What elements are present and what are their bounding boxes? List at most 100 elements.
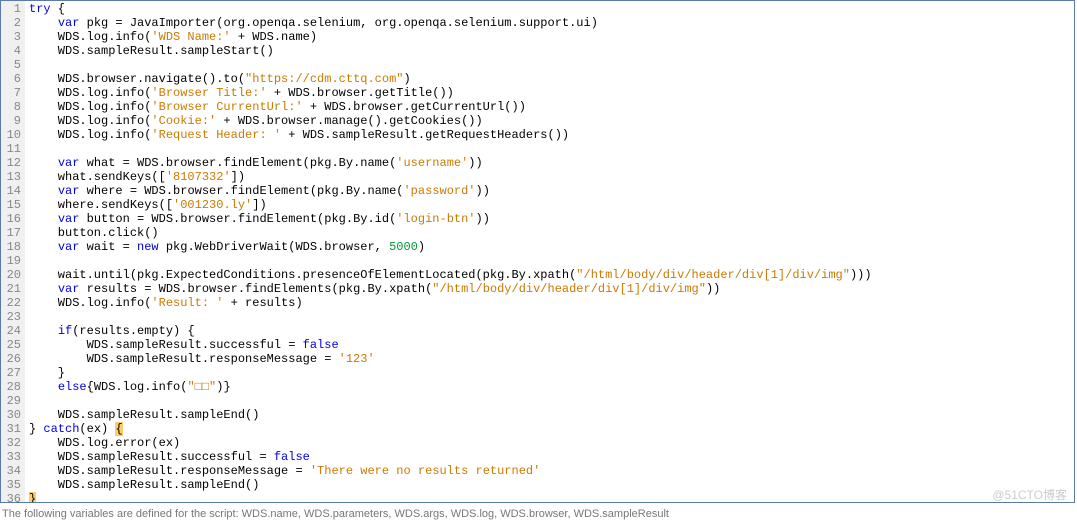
code-line[interactable]: WDS.log.info('Browser Title:' + WDS.brow…	[29, 86, 1074, 100]
token-kw: var	[58, 16, 80, 30]
token-str: 'WDS Name:'	[151, 30, 230, 44]
code-line[interactable]: var what = WDS.browser.findElement(pkg.B…	[29, 156, 1074, 170]
code-line[interactable]: var wait = new pkg.WebDriverWait(WDS.bro…	[29, 240, 1074, 254]
code-line[interactable]: WDS.sampleResult.sampleEnd()	[29, 478, 1074, 492]
code-line[interactable]	[29, 142, 1074, 156]
token-plain: + WDS.browser.manage().getCookies())	[216, 114, 482, 128]
code-line[interactable]	[29, 310, 1074, 324]
code-line[interactable]: }	[29, 366, 1074, 380]
line-number: 30	[3, 408, 21, 422]
code-line[interactable]: }	[29, 492, 1074, 502]
line-number: 16	[3, 212, 21, 226]
line-number: 32	[3, 436, 21, 450]
line-number: 2	[3, 16, 21, 30]
token-kw: new	[137, 240, 159, 254]
token-plain: )))	[850, 268, 872, 282]
token-plain: WDS.log.info(	[29, 86, 151, 100]
token-kw: var	[58, 184, 80, 198]
token-plain: + WDS.browser.getCurrentUrl())	[303, 100, 526, 114]
code-line[interactable]: WDS.log.info('WDS Name:' + WDS.name)	[29, 30, 1074, 44]
token-plain: {WDS.log.info(	[87, 380, 188, 394]
token-plain: button.click()	[29, 226, 159, 240]
code-line[interactable]: else{WDS.log.info("□□")}	[29, 380, 1074, 394]
line-number: 9	[3, 114, 21, 128]
token-plain: (results.empty) {	[72, 324, 194, 338]
code-editor[interactable]: 1234567891011121314151617181920212223242…	[0, 0, 1075, 503]
token-plain: (ex)	[79, 422, 115, 436]
code-line[interactable]: what.sendKeys(['8107332'])	[29, 170, 1074, 184]
code-line[interactable]: button.click()	[29, 226, 1074, 240]
token-plain: }	[29, 366, 65, 380]
token-plain	[29, 16, 58, 30]
footer-hint: The following variables are defined for …	[0, 503, 1077, 521]
line-number: 26	[3, 352, 21, 366]
code-line[interactable]	[29, 254, 1074, 268]
token-plain: ])	[231, 170, 245, 184]
code-line[interactable]: WDS.sampleResult.responseMessage = '123'	[29, 352, 1074, 366]
code-line[interactable]	[29, 58, 1074, 72]
token-plain: {	[51, 2, 65, 16]
line-number: 22	[3, 296, 21, 310]
token-str: 'Browser Title:'	[151, 86, 266, 100]
code-line[interactable]: WDS.sampleResult.sampleStart()	[29, 44, 1074, 58]
line-number: 31	[3, 422, 21, 436]
code-line[interactable]: WDS.log.error(ex)	[29, 436, 1074, 450]
token-plain: wait =	[79, 240, 137, 254]
code-line[interactable]: WDS.log.info('Result: ' + results)	[29, 296, 1074, 310]
token-plain: WDS.log.error(ex)	[29, 436, 180, 450]
code-line[interactable]	[29, 394, 1074, 408]
token-plain: button = WDS.browser.findElement(pkg.By.…	[79, 212, 396, 226]
code-line[interactable]: var button = WDS.browser.findElement(pkg…	[29, 212, 1074, 226]
code-line[interactable]: var pkg = JavaImporter(org.openqa.seleni…	[29, 16, 1074, 30]
token-str: "/html/body/div/header/div[1]/div/img"	[432, 282, 706, 296]
code-line[interactable]: where.sendKeys(['001230.ly'])	[29, 198, 1074, 212]
token-str: 'username'	[396, 156, 468, 170]
token-str: 'password'	[403, 184, 475, 198]
code-line[interactable]: WDS.sampleResult.responseMessage = 'Ther…	[29, 464, 1074, 478]
code-line[interactable]: WDS.log.info('Browser CurrentUrl:' + WDS…	[29, 100, 1074, 114]
token-plain: WDS.sampleResult.sampleEnd()	[29, 478, 259, 492]
code-line[interactable]: if(results.empty) {	[29, 324, 1074, 338]
code-line[interactable]: WDS.sampleResult.sampleEnd()	[29, 408, 1074, 422]
token-plain: ))	[476, 212, 490, 226]
token-plain: }	[29, 492, 36, 502]
token-kw: try	[29, 2, 51, 16]
token-plain: WDS.sampleResult.responseMessage =	[29, 352, 339, 366]
token-str: 'Cookie:'	[151, 114, 216, 128]
code-line[interactable]: wait.until(pkg.ExpectedConditions.presen…	[29, 268, 1074, 282]
token-plain	[29, 212, 58, 226]
token-kw: false	[303, 338, 339, 352]
token-kw: var	[58, 282, 80, 296]
code-line[interactable]: WDS.log.info('Cookie:' + WDS.browser.man…	[29, 114, 1074, 128]
code-line[interactable]: WDS.sampleResult.successful = false	[29, 450, 1074, 464]
code-line[interactable]: WDS.log.info('Request Header: ' + WDS.sa…	[29, 128, 1074, 142]
line-number: 4	[3, 44, 21, 58]
line-number: 36	[3, 492, 21, 503]
code-line[interactable]: try {	[29, 2, 1074, 16]
token-plain: pkg.WebDriverWait(WDS.browser,	[159, 240, 389, 254]
token-plain: where.sendKeys([	[29, 198, 173, 212]
code-line[interactable]: WDS.browser.navigate().to("https://cdm.c…	[29, 72, 1074, 86]
code-line[interactable]: } catch(ex) {	[29, 422, 1074, 436]
token-kw: var	[58, 156, 80, 170]
line-number: 10	[3, 128, 21, 142]
token-plain: }	[29, 422, 43, 436]
line-number: 19	[3, 254, 21, 268]
line-number: 20	[3, 268, 21, 282]
token-plain: WDS.log.info(	[29, 128, 151, 142]
code-line[interactable]: var where = WDS.browser.findElement(pkg.…	[29, 184, 1074, 198]
token-plain: WDS.log.info(	[29, 30, 151, 44]
code-area[interactable]: try { var pkg = JavaImporter(org.openqa.…	[25, 1, 1074, 502]
token-plain: WDS.log.info(	[29, 296, 151, 310]
token-str: 'Browser CurrentUrl:'	[151, 100, 302, 114]
code-line[interactable]: var results = WDS.browser.findElements(p…	[29, 282, 1074, 296]
token-plain	[29, 282, 58, 296]
code-line[interactable]: WDS.sampleResult.successful = false	[29, 338, 1074, 352]
token-str: 'login-btn'	[396, 212, 475, 226]
line-number: 13	[3, 170, 21, 184]
line-number: 29	[3, 394, 21, 408]
line-number: 21	[3, 282, 21, 296]
token-plain	[29, 184, 58, 198]
token-plain: WDS.sampleResult.responseMessage =	[29, 464, 310, 478]
line-number: 18	[3, 240, 21, 254]
